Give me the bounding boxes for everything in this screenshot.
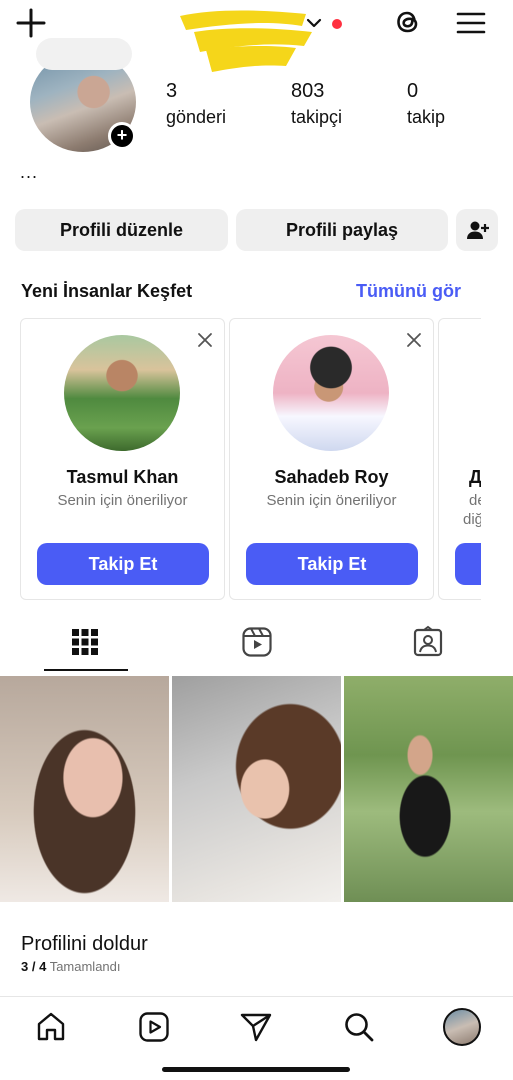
search-icon[interactable] — [342, 1010, 376, 1044]
follow-button[interactable]: Takip Et — [246, 543, 418, 585]
close-icon[interactable] — [196, 331, 214, 349]
stat-label: gönderi — [166, 107, 227, 127]
menu-icon[interactable] — [454, 6, 488, 40]
tagged-icon[interactable] — [411, 625, 445, 659]
progress-count: 3 / 4 — [21, 959, 47, 974]
stat-followers[interactable]: 803 takipçi — [291, 80, 342, 128]
post-thumbnail[interactable] — [344, 676, 513, 902]
threads-icon[interactable] — [390, 4, 426, 40]
post-thumbnail[interactable] — [172, 676, 341, 902]
close-icon[interactable] — [405, 331, 423, 349]
discover-title: Yeni İnsanlar Keşfet — [21, 281, 193, 301]
see-all-link[interactable]: Tümünü gör — [356, 281, 461, 302]
profile-avatar-nav[interactable] — [443, 1008, 481, 1046]
suggestion-subtitle: Senin için öneriliyor — [57, 492, 188, 509]
complete-profile-title[interactable]: Profilini doldur — [21, 933, 148, 956]
follow-button[interactable]: Takip Et — [37, 543, 209, 585]
stat-value: 803 — [291, 80, 325, 102]
progress-status: Tamamlandı — [49, 959, 121, 974]
chevron-down-icon[interactable] — [306, 16, 322, 30]
active-tab-indicator — [44, 669, 128, 671]
home-icon[interactable] — [34, 1010, 68, 1044]
grid-icon[interactable] — [68, 625, 102, 659]
suggestion-subtitle-2: diğ — [463, 511, 481, 528]
suggestion-card[interactable]: Sahadeb Roy Senin için öneriliyor Takip … — [229, 318, 434, 600]
content-tabs — [0, 615, 513, 673]
stat-following[interactable]: 0 takip — [407, 80, 445, 128]
reels-icon[interactable] — [137, 1010, 171, 1044]
divider — [0, 996, 513, 997]
suggestion-subtitle: de — [469, 492, 481, 509]
send-icon[interactable] — [239, 1010, 273, 1044]
suggestion-avatar[interactable] — [64, 335, 180, 451]
redaction-scribble — [180, 10, 312, 72]
add-story-button[interactable]: + — [108, 122, 136, 150]
suggestion-card[interactable]: Tasmul Khan Senin için öneriliyor Takip … — [20, 318, 225, 600]
complete-profile-progress: 3 / 4 Tamamlandı — [21, 959, 121, 974]
suggestion-subtitle: Senin için öneriliyor — [266, 492, 397, 509]
suggestion-name[interactable]: Sahadeb Roy — [230, 467, 433, 488]
bio-ellipsis[interactable]: ... — [20, 162, 38, 183]
plus-icon[interactable] — [14, 6, 48, 40]
photo-grid — [0, 676, 513, 902]
notification-dot — [332, 19, 342, 29]
username-switcher[interactable] — [168, 4, 348, 72]
suggestion-card[interactable]: Д de diğ — [438, 318, 481, 600]
home-indicator — [162, 1067, 350, 1072]
suggestion-avatar[interactable] — [273, 335, 389, 451]
follow-button[interactable] — [455, 543, 481, 585]
share-profile-button[interactable]: Profili paylaş — [236, 209, 448, 251]
stat-label: takip — [407, 107, 446, 127]
reels-icon[interactable] — [240, 625, 274, 659]
discover-people-button[interactable] — [456, 209, 498, 251]
post-thumbnail[interactable] — [0, 676, 169, 902]
add-user-icon — [467, 221, 489, 239]
stat-value: 3 — [166, 80, 178, 102]
suggestion-name[interactable]: Tasmul Khan — [21, 467, 224, 488]
note-bubble[interactable] — [36, 38, 132, 70]
edit-profile-button[interactable]: Profili düzenle — [15, 209, 228, 251]
suggestion-carousel[interactable]: Tasmul Khan Senin için öneriliyor Takip … — [20, 318, 481, 600]
stat-label: takipçi — [291, 107, 343, 127]
stat-value: 0 — [407, 80, 419, 102]
suggestion-name[interactable]: Д — [469, 467, 481, 488]
stat-posts[interactable]: 3 gönderi — [166, 80, 226, 128]
